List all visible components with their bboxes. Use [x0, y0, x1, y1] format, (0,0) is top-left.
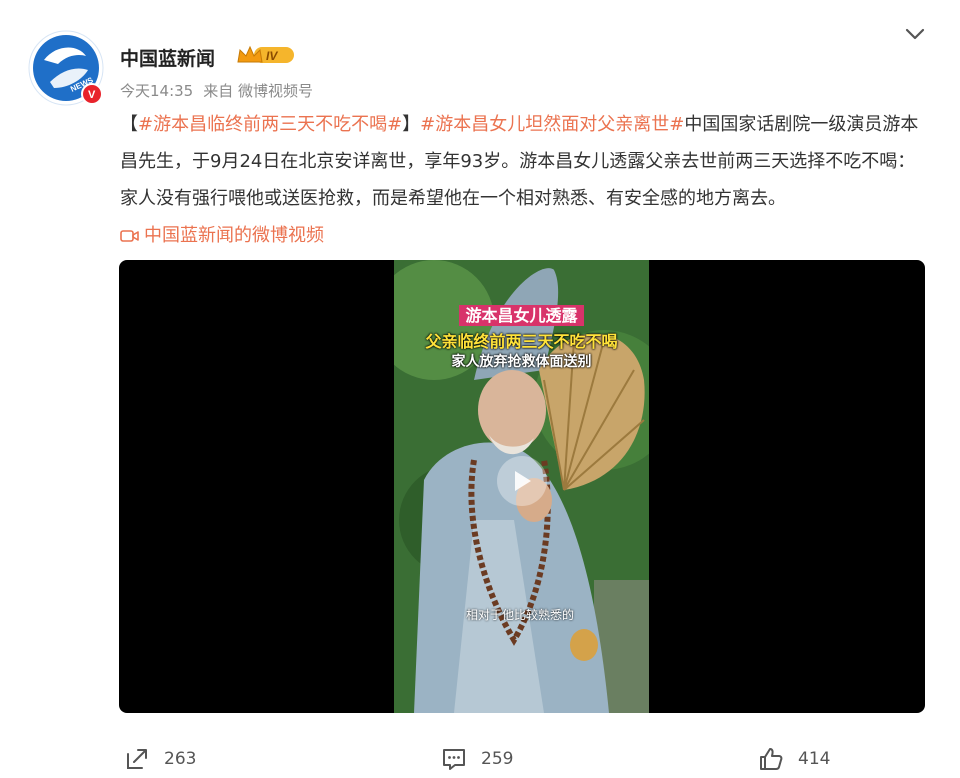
video-link-label: 中国蓝新闻的微博视频 [144, 225, 324, 246]
video-caption-1: 游本昌女儿透露 [394, 302, 649, 326]
share-count: 263 [164, 749, 197, 769]
post-source[interactable]: 微博视频号 [238, 82, 313, 100]
video-player[interactable]: 游本昌女儿透露 父亲临终前两三天不吃不喝 家人放弃抢救体面送别 相对于他比较熟悉… [119, 260, 925, 713]
share-button[interactable]: 263 [124, 746, 196, 772]
news-logo-icon: NEWS V [28, 30, 104, 106]
video-subtitle: 相对于他比较熟悉的 [466, 608, 575, 622]
play-button[interactable] [497, 456, 547, 506]
chevron-down-icon[interactable] [904, 26, 926, 42]
svg-text:IV: IV [266, 49, 278, 63]
post-time[interactable]: 今天14:35 [120, 80, 193, 101]
hashtag-link[interactable]: #游本昌女儿坦然面对父亲离世# [420, 114, 684, 135]
crown-badge-icon: IV [237, 45, 294, 63]
post-meta: 今天14:35 来自 微博视频号 [120, 80, 313, 101]
author-name[interactable]: 中国蓝新闻 [120, 44, 215, 71]
comment-icon [443, 749, 465, 770]
share-icon [127, 749, 147, 769]
bracket-open: 【 [120, 114, 138, 135]
play-icon [515, 471, 531, 491]
source-prefix: 来自 [203, 82, 234, 100]
avatar[interactable]: NEWS V [28, 30, 104, 106]
post-text: 【#游本昌临终前两三天不吃不喝#】#游本昌女儿坦然面对父亲离世#中国国家话剧院一… [120, 106, 920, 257]
comment-count: 259 [481, 749, 514, 769]
svg-text:V: V [88, 89, 96, 101]
action-bar: 263 259 414 [0, 738, 960, 778]
thumbs-up-icon [760, 748, 783, 770]
like-count: 414 [798, 749, 831, 769]
like-button[interactable]: 414 [758, 746, 830, 772]
video-caption-2: 父亲临终前两三天不吃不喝 [425, 332, 618, 351]
video-camera-icon [120, 229, 139, 242]
video-source-link[interactable]: 中国蓝新闻的微博视频 [120, 217, 324, 254]
bracket-close: 】 [402, 114, 421, 135]
weibo-post-card: NEWS V 中国蓝新闻 IV 今天14:35 来自 微博视频号 【#游本昌临终… [0, 0, 960, 778]
level-badge: IV [236, 44, 296, 66]
video-caption-3: 家人放弃抢救体面送别 [451, 354, 592, 370]
hashtag-link[interactable]: #游本昌临终前两三天不吃不喝# [138, 114, 402, 135]
comment-button[interactable]: 259 [441, 746, 513, 772]
